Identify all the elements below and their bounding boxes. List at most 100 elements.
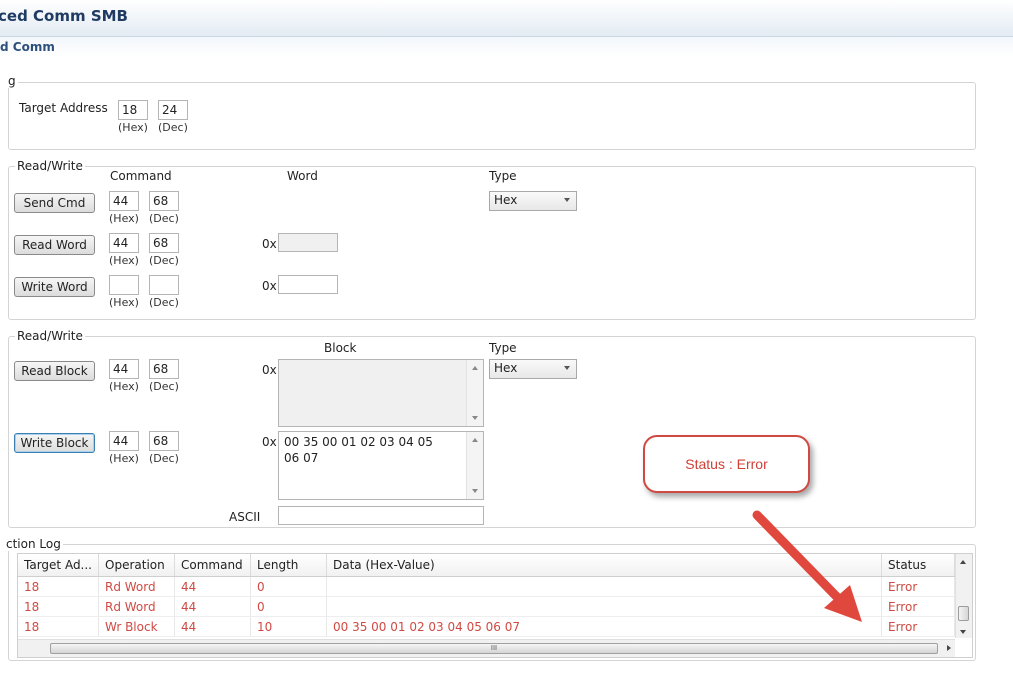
section-title: d Comm [0,40,55,54]
hex-prefix-label: 0x [262,237,277,251]
cell-length: 0 [250,576,327,597]
word-group-legend: Read/Write [15,159,85,173]
scroll-right-icon[interactable] [947,645,951,651]
col-target-header[interactable]: Target Ad... [18,554,99,577]
read-block-hex-input[interactable]: 44 [109,359,139,379]
cell-operation: Rd Word [98,596,175,617]
hex-unit-label: (Hex) [109,296,139,309]
cell-target: 18 [18,576,99,597]
cell-length: 10 [250,616,327,637]
block-column-header: Block [324,341,357,355]
cell-operation: Rd Word [98,576,175,597]
read-word-button[interactable]: Read Word [14,235,95,255]
scroll-down-icon[interactable] [472,416,478,420]
hex-unit-label: (Hex) [109,254,139,267]
col-status-header[interactable]: Status [881,554,955,577]
target-group-legend: g [6,74,18,88]
hex-prefix-label: 0x [262,363,277,377]
hex-prefix-label: 0x [262,435,277,449]
write-block-hex-input[interactable]: 44 [109,431,139,451]
status-callout-text: Status : Error [685,456,768,472]
cell-command: 44 [174,616,251,637]
log-group-legend: ction Log [4,537,63,551]
write-block-scrollbar[interactable] [466,432,483,499]
read-block-button[interactable]: Read Block [14,361,95,381]
dec-unit-label: (Dec) [149,212,179,225]
write-word-hex-input[interactable] [109,275,139,295]
dec-unit-label: (Dec) [149,296,179,309]
dec-unit-label: (Dec) [158,121,188,134]
word-column-header: Word [287,169,318,183]
read-word-hex-input[interactable]: 44 [109,233,139,253]
sub-header-bar [0,36,1013,58]
target-hex-input[interactable]: 18 [118,100,148,120]
read-word-value-field [278,233,338,252]
hex-prefix-label: 0x [262,279,277,293]
block-type-select[interactable]: Hex [489,359,577,379]
write-block-line-1: 00 35 00 01 02 03 04 05 [284,435,433,449]
scroll-up-icon[interactable] [472,438,478,442]
cell-length: 0 [250,596,327,617]
chevron-down-icon [564,198,570,202]
send-cmd-hex-input[interactable]: 44 [109,191,139,211]
status-callout: Status : Error [643,435,810,493]
block-group-legend: Read/Write [15,329,85,343]
write-word-button[interactable]: Write Word [14,277,95,297]
cell-target: 18 [18,616,99,637]
write-word-dec-input[interactable] [149,275,179,295]
dec-unit-label: (Dec) [149,254,179,267]
send-cmd-dec-input[interactable]: 68 [149,191,179,211]
cell-command: 44 [174,596,251,617]
target-dec-input[interactable]: 24 [158,100,188,120]
window-title: ced Comm SMB [0,7,128,25]
dec-unit-label: (Dec) [149,380,179,393]
scroll-up-icon[interactable] [472,366,478,370]
arrow-shaft [752,510,843,603]
hex-unit-label: (Hex) [109,212,139,225]
hscroll-thumb[interactable]: III [50,643,938,654]
block-type-header: Type [489,341,517,355]
col-length-header[interactable]: Length [250,554,327,577]
target-address-label: Target Address [19,101,108,115]
hex-unit-label: (Hex) [109,452,139,465]
cell-operation: Wr Block [98,616,175,637]
read-block-scrollbar[interactable] [466,360,483,426]
window-title-bar [0,0,1013,36]
word-type-value: Hex [494,193,518,207]
word-type-select[interactable]: Hex [489,191,577,211]
scroll-up-icon[interactable] [960,560,966,564]
hscroll-grip: III [490,644,498,652]
col-operation-header[interactable]: Operation [98,554,175,577]
annotation-arrow-icon [752,510,862,622]
command-column-header: Command [110,169,172,183]
cell-status: Error [881,576,955,597]
ascii-input[interactable] [278,506,484,525]
scroll-down-icon[interactable] [472,489,478,493]
col-command-header[interactable]: Command [174,554,251,577]
hex-unit-label: (Hex) [118,121,148,134]
ascii-label: ASCII [229,510,261,524]
dec-unit-label: (Dec) [149,452,179,465]
write-block-dec-input[interactable]: 68 [149,431,179,451]
scroll-thumb[interactable] [958,606,969,621]
write-block-button[interactable]: Write Block [14,433,95,453]
log-vertical-scrollbar[interactable] [955,554,972,638]
read-block-dec-input[interactable]: 68 [149,359,179,379]
write-block-textarea[interactable]: 00 35 00 01 02 03 04 05 06 07 [278,431,484,500]
write-word-value-input[interactable] [278,275,338,294]
hex-unit-label: (Hex) [109,380,139,393]
chevron-down-icon [564,366,570,370]
cell-command: 44 [174,576,251,597]
read-block-textarea [278,359,484,427]
cell-target: 18 [18,596,99,617]
target-group [8,82,976,150]
cell-status: Error [881,596,955,617]
read-word-dec-input[interactable]: 68 [149,233,179,253]
scroll-down-icon[interactable] [960,630,966,634]
log-horizontal-scrollbar[interactable]: III [18,639,955,657]
cell-status: Error [881,616,955,637]
block-type-value: Hex [494,361,518,375]
type-column-header: Type [489,169,517,183]
send-cmd-button[interactable]: Send Cmd [14,193,95,213]
write-block-line-2: 06 07 [284,451,319,465]
